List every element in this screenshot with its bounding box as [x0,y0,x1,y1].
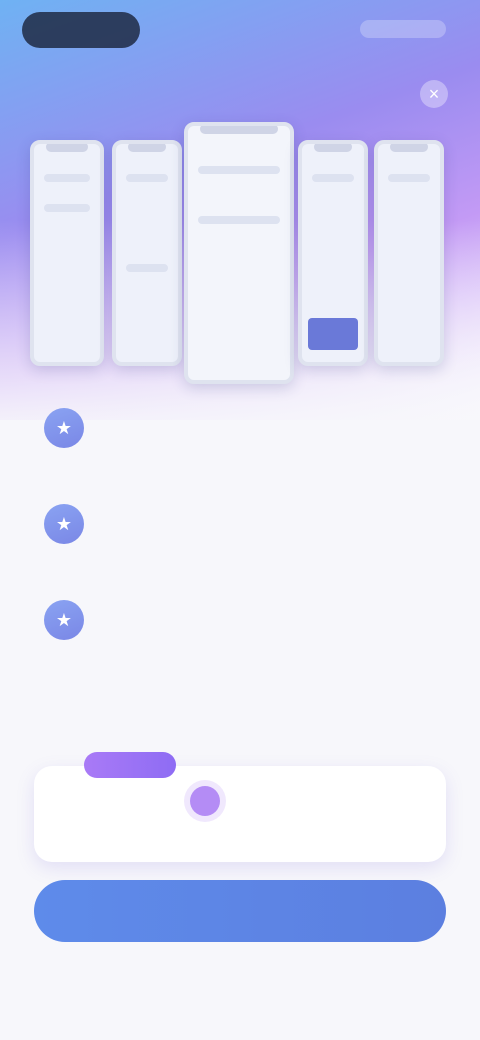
gallery-shot-3 [184,122,294,384]
feature-item: ★ [40,498,440,594]
close-icon[interactable]: × [420,80,448,108]
top-right-indicator [360,20,446,38]
plan-selector[interactable] [34,766,446,862]
plan-radio[interactable] [190,786,220,816]
gallery-shot-2 [112,140,182,366]
gallery-shot-5 [374,140,444,366]
subscribe-button[interactable] [34,880,446,942]
screenshot-gallery[interactable] [30,122,450,384]
feature-item: ★ [40,402,440,498]
gallery-shot-4 [298,140,368,366]
star-icon: ★ [44,408,84,448]
gallery-shot-1 [30,140,104,366]
feature-list: ★ ★ ★ [40,402,440,690]
plan-tag-badge [84,752,176,778]
feature-item: ★ [40,594,440,690]
top-bar [0,0,480,64]
star-icon: ★ [44,600,84,640]
footer-links [0,958,480,972]
star-icon: ★ [44,504,84,544]
status-pill [22,12,140,48]
